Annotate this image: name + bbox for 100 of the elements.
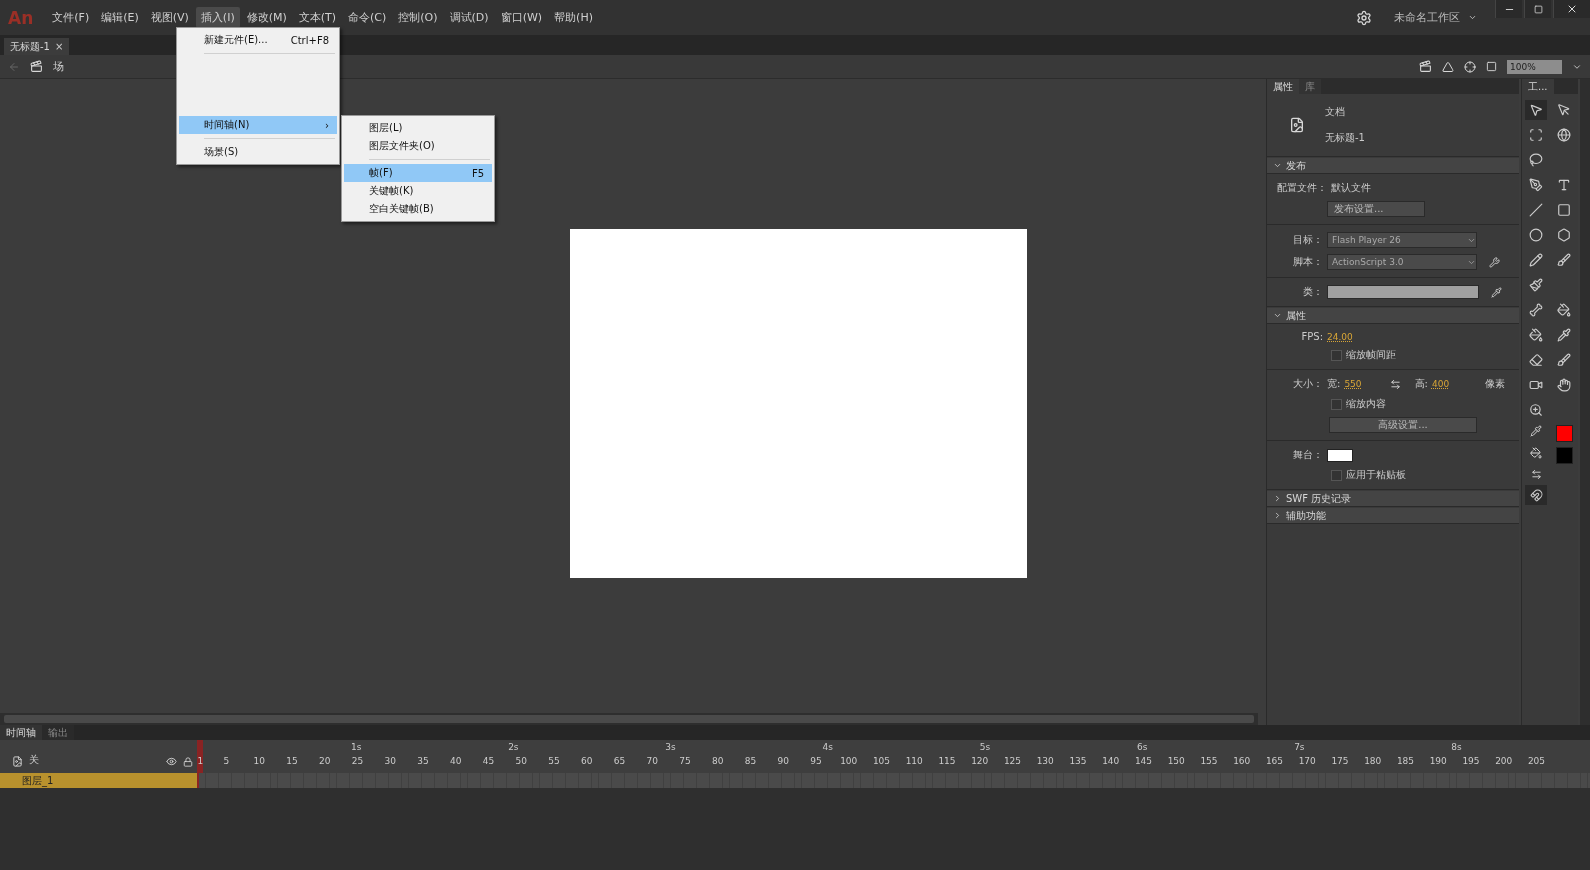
doc-name: 无标题-1 bbox=[1325, 131, 1365, 145]
seconds-label: 1s bbox=[350, 742, 362, 752]
frame-number: 110 bbox=[905, 756, 923, 766]
width-label: 宽: bbox=[1327, 377, 1341, 391]
size-label: 大小： bbox=[1292, 377, 1323, 391]
frame-number: 155 bbox=[1200, 756, 1218, 766]
checkbox-label: 应用于粘贴板 bbox=[1346, 468, 1406, 482]
frame-number: 55 bbox=[548, 756, 560, 766]
header-label: 关 bbox=[29, 753, 39, 767]
publish-settings-button[interactable]: 发布设置... bbox=[1327, 201, 1425, 217]
frame-number: 185 bbox=[1396, 756, 1415, 766]
app-logo: An bbox=[8, 7, 34, 28]
frame-number: 20 bbox=[319, 756, 331, 766]
menu-item[interactable]: 图层文件夹(O) bbox=[344, 137, 492, 155]
menu-item[interactable]: 新建元件(E)... Ctrl+F8 bbox=[179, 31, 337, 49]
section-header[interactable]: 辅助功能 bbox=[1267, 508, 1519, 524]
menu-item[interactable]: 场景(S) bbox=[179, 143, 337, 161]
menu-item[interactable]: 空白关键帧(B) bbox=[344, 200, 492, 218]
frame-number: 170 bbox=[1298, 756, 1316, 766]
seconds-label: 3s bbox=[665, 742, 676, 752]
fps-value[interactable]: 24.00 bbox=[1327, 331, 1353, 342]
frame-number: 50 bbox=[515, 756, 527, 766]
frame-number: 75 bbox=[679, 756, 691, 766]
script-select[interactable]: ActionScript 3.0 bbox=[1327, 254, 1477, 270]
frame-number: 180 bbox=[1364, 756, 1382, 766]
checkbox-label: 缩放内容 bbox=[1346, 397, 1386, 411]
target-select[interactable]: Flash Player 26 bbox=[1327, 232, 1477, 248]
frame-number: 60 bbox=[581, 756, 593, 766]
frame-number: 65 bbox=[613, 756, 626, 766]
frame-number: 95 bbox=[810, 756, 822, 766]
time-ruler[interactable]: 1s 2s 3s 4s 5s 6s 7s 8s 1 5 10 15 20 25 30 35 40 45 50 55 60 65 70 75 80 85 90 95 100 105 110 115 120 125 130 135 140 145 150 155 160 165 170 175 180 185 190 195 200 205 bbox=[197, 740, 1590, 773]
frame-number: 130 bbox=[1036, 756, 1054, 766]
layer-row[interactable]: 图层_1 bbox=[0, 773, 197, 788]
profile-value: 默认文件 bbox=[1331, 181, 1371, 195]
menu-item[interactable]: 窗口(W) bbox=[495, 7, 548, 28]
script-label: 脚本： bbox=[1292, 255, 1323, 269]
panel-tab[interactable]: 工... bbox=[1522, 79, 1554, 94]
document-tab[interactable]: 无标题-1 × bbox=[4, 38, 70, 55]
menu-item[interactable]: 控制(O) bbox=[393, 7, 443, 28]
close-tab-button[interactable]: × bbox=[55, 41, 64, 52]
profile-label: 配置文件： bbox=[1277, 181, 1327, 195]
checkbox-label: 缩放帧间距 bbox=[1346, 348, 1396, 362]
section-header[interactable]: SWF 历史记录 bbox=[1267, 491, 1519, 507]
menu-item[interactable]: 帧(F) F5 bbox=[344, 164, 492, 182]
seconds-label: 5s bbox=[979, 742, 991, 752]
timeline-tab[interactable]: 时间轴 bbox=[0, 725, 42, 740]
width-value[interactable]: 550 bbox=[1344, 379, 1362, 389]
class-label: 类： bbox=[1302, 285, 1323, 299]
zoom-field[interactable]: 100% bbox=[1507, 59, 1562, 74]
frame-number: 40 bbox=[450, 756, 462, 766]
seconds-label: 6s bbox=[1136, 742, 1148, 752]
seconds-label: 2s bbox=[508, 742, 519, 752]
panel-tab[interactable]: 库 bbox=[1299, 79, 1321, 94]
workspace-switcher[interactable]: 未命名工作区 bbox=[1394, 10, 1460, 25]
section-header[interactable]: 发布 bbox=[1267, 158, 1519, 174]
advanced-settings-button[interactable]: 高级设置... bbox=[1329, 417, 1477, 433]
frame-number: 190 bbox=[1429, 756, 1447, 766]
menu-item[interactable]: 帮助(H) bbox=[549, 7, 598, 28]
frame-number: 200 bbox=[1495, 756, 1513, 766]
menu-item[interactable]: 时间轴(N) › bbox=[179, 116, 337, 134]
frame-number: 100 bbox=[840, 756, 858, 766]
frame-number: 70 bbox=[646, 756, 658, 766]
menu-item[interactable]: 调试(D) bbox=[444, 7, 494, 28]
frame-number: 175 bbox=[1331, 756, 1349, 766]
stage-label: 舞台： bbox=[1292, 448, 1323, 462]
menu-item[interactable]: 编辑(E) bbox=[96, 7, 144, 28]
frame-number: 105 bbox=[872, 756, 891, 766]
panel-tab[interactable]: 属性 bbox=[1267, 79, 1299, 94]
scene-label: 场 bbox=[53, 59, 64, 74]
menu-item[interactable]: 文本(T) bbox=[293, 7, 342, 28]
timeline-tab[interactable]: 输出 bbox=[42, 725, 74, 740]
menu-item[interactable]: 插入(I) bbox=[195, 7, 240, 28]
target-label: 目标： bbox=[1292, 233, 1323, 247]
frame-number: 1 bbox=[197, 756, 204, 766]
seconds-label: 4s bbox=[822, 742, 833, 752]
section-header[interactable]: 属性 bbox=[1267, 308, 1519, 324]
frame-number: 125 bbox=[1003, 756, 1022, 766]
frame-number: 120 bbox=[971, 756, 989, 766]
frame-number: 80 bbox=[712, 756, 724, 766]
seconds-label: 8s bbox=[1451, 742, 1462, 752]
frame-number: 5 bbox=[223, 756, 230, 766]
menu-item[interactable]: 命令(C) bbox=[343, 7, 392, 28]
menu-item[interactable]: 文件(F) bbox=[47, 7, 95, 28]
frame-number: 10 bbox=[253, 756, 265, 766]
doc-type: 文档 bbox=[1325, 105, 1346, 119]
frame-number: 195 bbox=[1462, 756, 1480, 766]
unit-label: 像素 bbox=[1485, 377, 1506, 391]
seconds-label: 7s bbox=[1294, 742, 1305, 752]
menu-item[interactable]: 修改(M) bbox=[241, 7, 292, 28]
menu-item[interactable]: 视图(V) bbox=[145, 7, 194, 28]
menu-item[interactable]: 关键帧(K) bbox=[344, 182, 492, 200]
frame-number: 145 bbox=[1134, 756, 1153, 766]
frame-number: 115 bbox=[938, 756, 956, 766]
fps-label: FPS: bbox=[1300, 331, 1323, 342]
frame-number: 160 bbox=[1233, 756, 1251, 766]
height-label: 高: bbox=[1414, 377, 1428, 391]
frame-number: 45 bbox=[482, 756, 495, 766]
frame-number: 140 bbox=[1102, 756, 1120, 766]
menu-item[interactable]: 图层(L) bbox=[344, 119, 492, 137]
height-value[interactable]: 400 bbox=[1431, 379, 1450, 389]
